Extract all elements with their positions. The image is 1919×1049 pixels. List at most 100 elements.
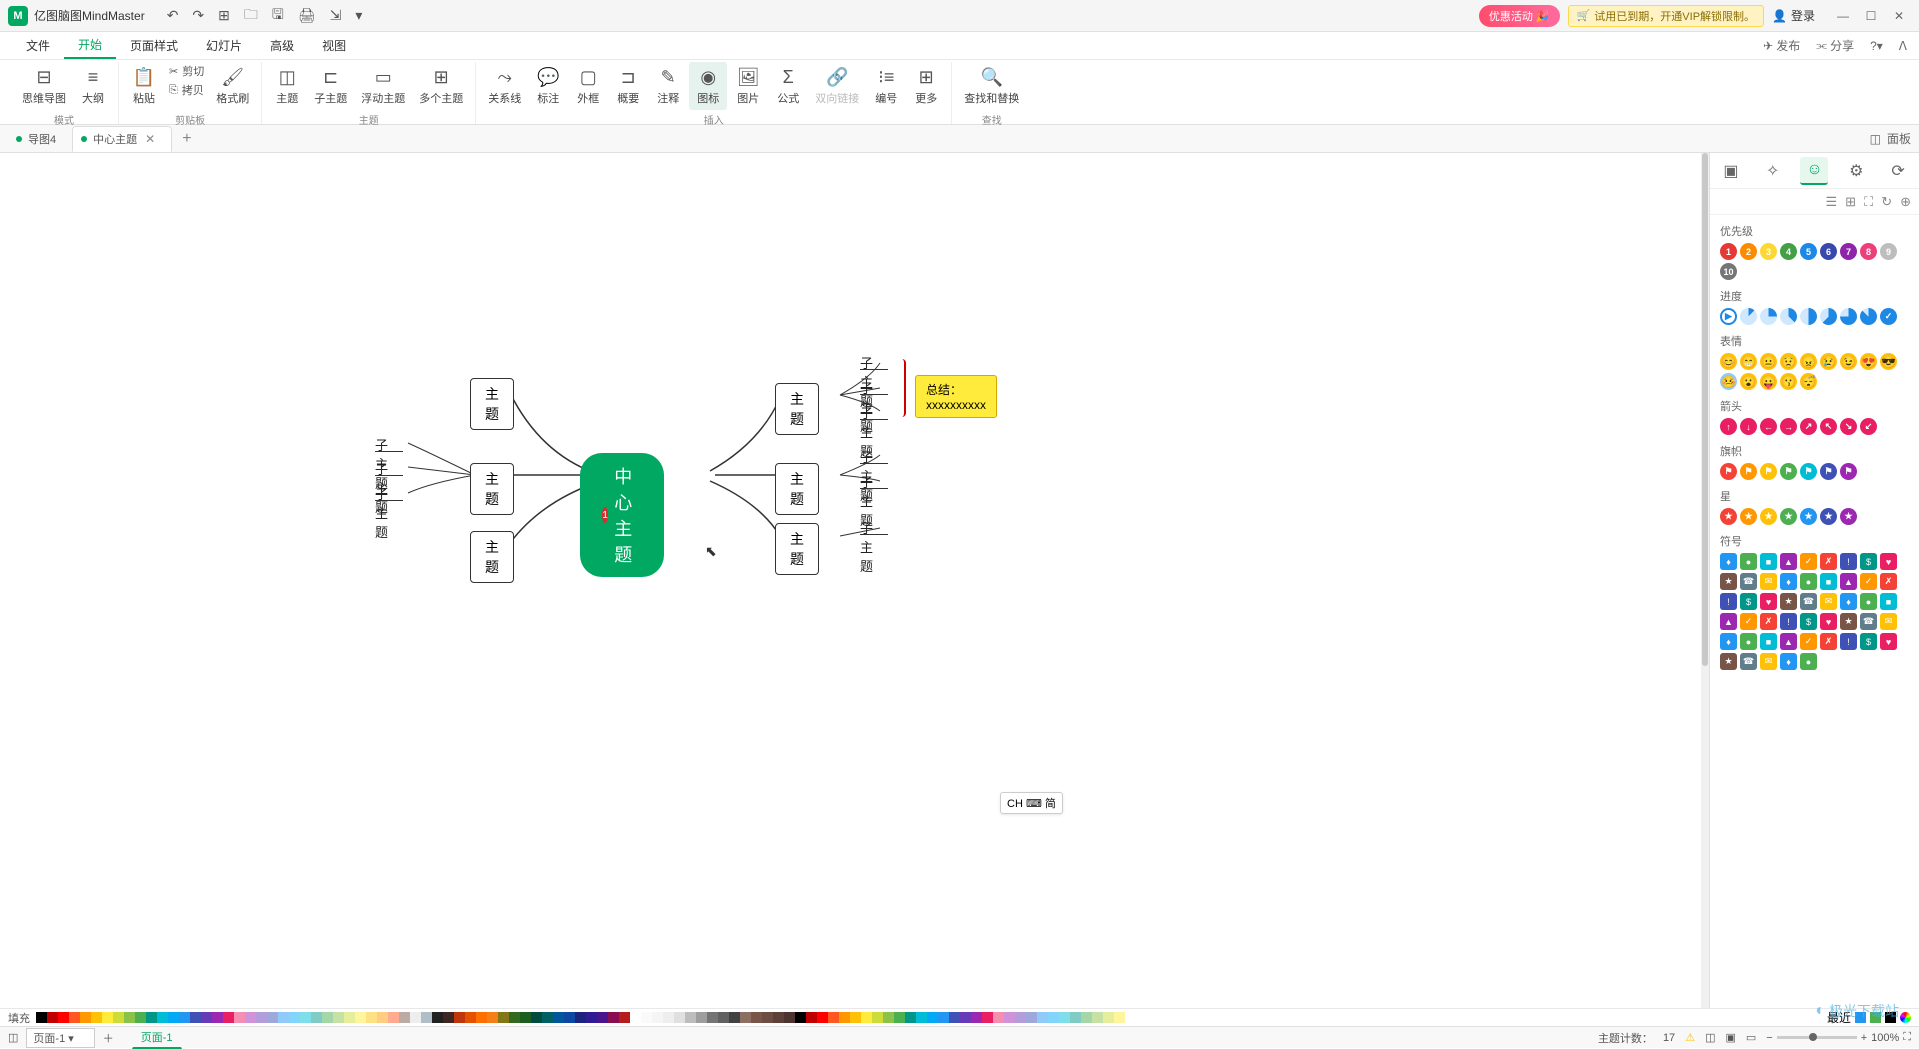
- color-swatch[interactable]: [454, 1012, 465, 1023]
- color-swatch[interactable]: [784, 1012, 795, 1023]
- color-swatch[interactable]: [58, 1012, 69, 1023]
- add-page-icon[interactable]: ＋: [103, 1030, 114, 1046]
- color-swatch[interactable]: [773, 1012, 784, 1023]
- color-swatch[interactable]: [674, 1012, 685, 1023]
- collapse-ribbon-icon[interactable]: ᐱ: [1899, 37, 1907, 54]
- multi-topic-button[interactable]: ⊞多个主题: [413, 62, 469, 110]
- symbol-icon[interactable]: !: [1840, 553, 1857, 570]
- symbol-icon[interactable]: ■: [1760, 553, 1777, 570]
- color-swatch[interactable]: [278, 1012, 289, 1023]
- symbol-icon[interactable]: ✓: [1800, 633, 1817, 650]
- color-swatch[interactable]: [1059, 1012, 1070, 1023]
- progress-62[interactable]: [1820, 308, 1837, 325]
- zoom-in-icon[interactable]: +: [1861, 1032, 1867, 1044]
- flag-cyan[interactable]: ⚑: [1800, 463, 1817, 480]
- mindmap-mode-button[interactable]: ⊟思维导图: [16, 62, 72, 110]
- menu-view[interactable]: 视图: [308, 33, 360, 58]
- symbol-icon[interactable]: ■: [1880, 593, 1897, 610]
- color-swatch[interactable]: [102, 1012, 113, 1023]
- central-node[interactable]: 1 中心主题: [580, 453, 664, 577]
- color-swatch[interactable]: [707, 1012, 718, 1023]
- vertical-scrollbar[interactable]: [1701, 153, 1709, 1008]
- symbol-icon[interactable]: ★: [1840, 613, 1857, 630]
- color-swatch[interactable]: [542, 1012, 553, 1023]
- annotation-button[interactable]: 💬标注: [529, 62, 567, 110]
- view-expand-icon[interactable]: ⛶: [1864, 194, 1873, 210]
- color-swatch[interactable]: [982, 1012, 993, 1023]
- floating-topic-button[interactable]: ▭浮动主题: [355, 62, 411, 110]
- formula-button[interactable]: Σ公式: [769, 62, 807, 110]
- emoji-sick[interactable]: 🤒: [1720, 373, 1737, 390]
- flag-green[interactable]: ⚑: [1780, 463, 1797, 480]
- icon-button[interactable]: ◉图标: [689, 62, 727, 110]
- symbol-icon[interactable]: ✗: [1880, 573, 1897, 590]
- symbol-icon[interactable]: ✓: [1860, 573, 1877, 590]
- star-green[interactable]: ★: [1780, 508, 1797, 525]
- emoji-kiss[interactable]: 😗: [1780, 373, 1797, 390]
- color-swatch[interactable]: [344, 1012, 355, 1023]
- color-swatch[interactable]: [938, 1012, 949, 1023]
- save-icon[interactable]: 🖫: [270, 2, 286, 30]
- relation-button[interactable]: ⤳关系线: [482, 62, 527, 110]
- progress-75[interactable]: [1840, 308, 1857, 325]
- progress-50[interactable]: [1800, 308, 1817, 325]
- color-swatch[interactable]: [256, 1012, 267, 1023]
- color-swatch[interactable]: [223, 1012, 234, 1023]
- panel-tab-sparkle[interactable]: ✧: [1759, 157, 1787, 185]
- menu-start[interactable]: 开始: [64, 32, 116, 59]
- color-swatch[interactable]: [1114, 1012, 1125, 1023]
- hyperlink-button[interactable]: 🔗双向链接: [809, 62, 865, 110]
- color-swatch[interactable]: [696, 1012, 707, 1023]
- symbol-icon[interactable]: !: [1720, 593, 1737, 610]
- color-swatch[interactable]: [476, 1012, 487, 1023]
- promo-badge[interactable]: 优惠活动 🎉: [1479, 5, 1560, 27]
- color-swatch[interactable]: [828, 1012, 839, 1023]
- priority-4[interactable]: 4: [1780, 243, 1797, 260]
- color-swatch[interactable]: [421, 1012, 432, 1023]
- symbol-icon[interactable]: ✉: [1820, 593, 1837, 610]
- branch-node-left-3[interactable]: 主题: [470, 531, 514, 583]
- color-swatch[interactable]: [465, 1012, 476, 1023]
- view-refresh-icon[interactable]: ↻: [1881, 194, 1892, 210]
- color-swatch[interactable]: [751, 1012, 762, 1023]
- presentation-icon[interactable]: ▭: [1746, 1031, 1756, 1044]
- symbol-icon[interactable]: ♦: [1840, 593, 1857, 610]
- color-swatch[interactable]: [487, 1012, 498, 1023]
- color-swatch[interactable]: [894, 1012, 905, 1023]
- star-red[interactable]: ★: [1720, 508, 1737, 525]
- summary-node[interactable]: 总结：xxxxxxxxxx: [915, 375, 997, 418]
- color-swatch[interactable]: [718, 1012, 729, 1023]
- color-swatch[interactable]: [91, 1012, 102, 1023]
- color-swatch[interactable]: [311, 1012, 322, 1023]
- symbol-icon[interactable]: $: [1860, 633, 1877, 650]
- subtopic-button[interactable]: ⊏子主题: [308, 62, 353, 110]
- view-grid-icon[interactable]: ⊞: [1845, 194, 1856, 210]
- fullscreen-icon[interactable]: ⛶: [1903, 1031, 1911, 1044]
- arrow-up[interactable]: ↑: [1720, 418, 1737, 435]
- color-swatch[interactable]: [267, 1012, 278, 1023]
- panel-tab-history[interactable]: ⟳: [1884, 157, 1912, 185]
- priority-1[interactable]: 1: [1720, 243, 1737, 260]
- color-swatch[interactable]: [597, 1012, 608, 1023]
- color-swatch[interactable]: [619, 1012, 630, 1023]
- panel-toggle-label[interactable]: 面板: [1887, 130, 1911, 147]
- arrow-se[interactable]: ↘: [1840, 418, 1857, 435]
- trial-badge[interactable]: 🛒 试用已到期，开通VIP解锁限制。: [1568, 5, 1764, 27]
- color-swatch[interactable]: [212, 1012, 223, 1023]
- symbol-icon[interactable]: ✗: [1760, 613, 1777, 630]
- color-swatch[interactable]: [685, 1012, 696, 1023]
- star-orange[interactable]: ★: [1740, 508, 1757, 525]
- color-swatch[interactable]: [905, 1012, 916, 1023]
- color-swatch[interactable]: [388, 1012, 399, 1023]
- branch-node-right-3[interactable]: 主题: [775, 523, 819, 575]
- symbol-icon[interactable]: ♥: [1760, 593, 1777, 610]
- topic-button[interactable]: ◫主题: [268, 62, 306, 110]
- symbol-icon[interactable]: ●: [1740, 633, 1757, 650]
- color-swatch[interactable]: [1026, 1012, 1037, 1023]
- color-swatch[interactable]: [872, 1012, 883, 1023]
- flag-blue[interactable]: ⚑: [1820, 463, 1837, 480]
- color-picker-icon[interactable]: [1900, 1012, 1911, 1023]
- color-swatch[interactable]: [883, 1012, 894, 1023]
- color-swatch[interactable]: [850, 1012, 861, 1023]
- menu-page-style[interactable]: 页面样式: [116, 33, 192, 58]
